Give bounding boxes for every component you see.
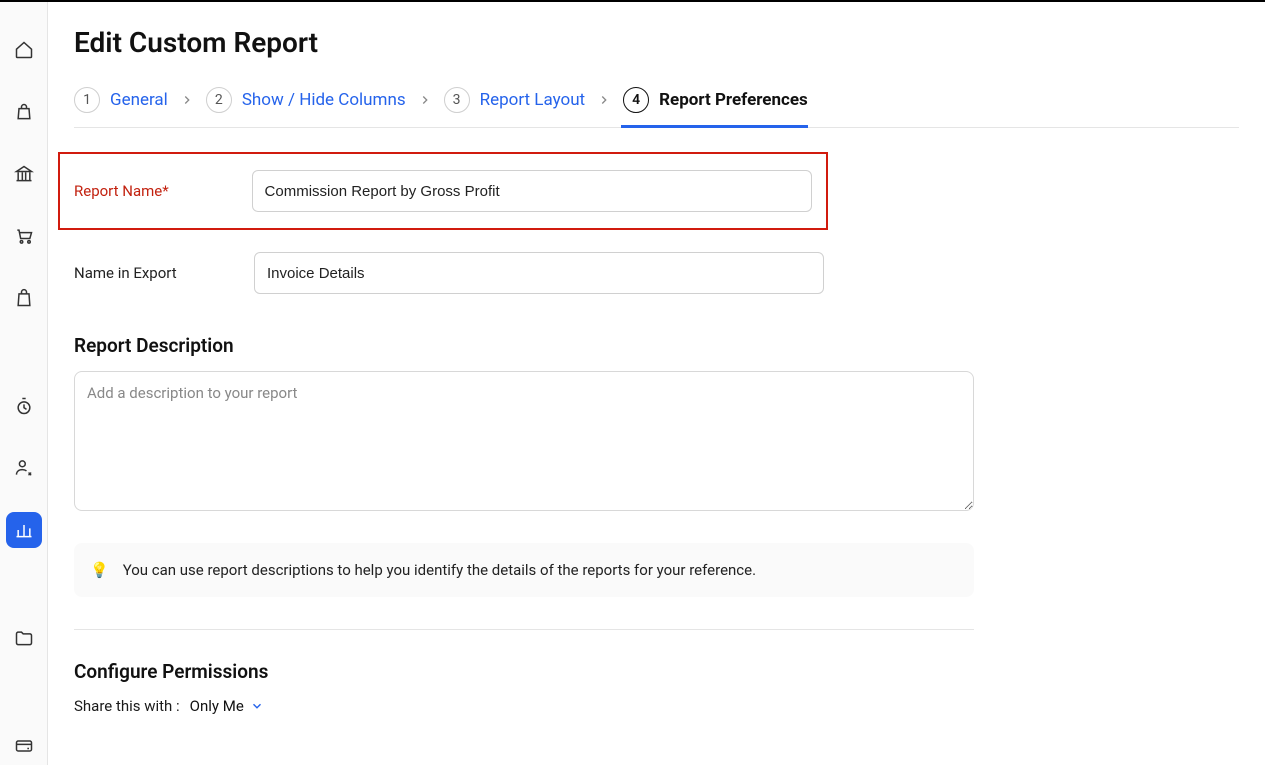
report-name-label: Report Name* xyxy=(74,182,212,200)
name-in-export-label: Name in Export xyxy=(74,264,214,282)
divider xyxy=(74,629,974,630)
step-label: General xyxy=(110,90,168,110)
chevron-right-icon xyxy=(597,93,611,107)
step-number: 2 xyxy=(206,87,232,113)
form-section: Report Name* Name in Export Report Descr… xyxy=(74,128,1239,715)
step-label: Show / Hide Columns xyxy=(242,90,406,110)
report-description-heading: Report Description xyxy=(74,334,1239,357)
bank-icon[interactable] xyxy=(6,156,42,192)
card-icon[interactable] xyxy=(6,728,42,764)
home-icon[interactable] xyxy=(6,32,42,68)
chevron-right-icon xyxy=(418,93,432,107)
folder-icon[interactable] xyxy=(6,620,42,656)
shopping-bag-icon[interactable] xyxy=(6,280,42,316)
configure-permissions-heading: Configure Permissions xyxy=(74,660,1239,683)
share-label: Share this with : xyxy=(74,697,180,715)
cart-icon[interactable] xyxy=(6,218,42,254)
bar-chart-icon[interactable] xyxy=(6,512,42,548)
share-value: Only Me xyxy=(190,697,244,715)
main-content: Edit Custom Report 1 General 2 Show / Hi… xyxy=(48,2,1265,765)
step-label: Report Preferences xyxy=(659,90,808,110)
step-report-layout[interactable]: 3 Report Layout xyxy=(444,87,586,113)
lightbulb-icon: 💡 xyxy=(90,561,109,579)
chevron-right-icon xyxy=(180,93,194,107)
step-number: 1 xyxy=(74,87,100,113)
step-general[interactable]: 1 General xyxy=(74,87,168,113)
report-name-row: Report Name* xyxy=(58,152,828,230)
user-settings-icon[interactable] xyxy=(6,450,42,486)
name-in-export-input[interactable] xyxy=(254,252,824,294)
bag-icon[interactable] xyxy=(6,94,42,130)
share-row: Share this with : Only Me xyxy=(74,697,1239,715)
tip-text: You can use report descriptions to help … xyxy=(123,561,756,579)
step-number: 3 xyxy=(444,87,470,113)
step-number: 4 xyxy=(623,87,649,113)
step-report-preferences[interactable]: 4 Report Preferences xyxy=(623,87,808,113)
chevron-down-icon xyxy=(250,699,264,713)
tip-box: 💡 You can use report descriptions to hel… xyxy=(74,543,974,597)
step-label: Report Layout xyxy=(480,90,586,110)
share-select[interactable]: Only Me xyxy=(190,697,264,715)
report-description-textarea[interactable] xyxy=(74,371,974,511)
sidebar xyxy=(0,2,48,765)
name-in-export-row: Name in Export xyxy=(74,252,1239,294)
step-show-hide-columns[interactable]: 2 Show / Hide Columns xyxy=(206,87,406,113)
timer-icon[interactable] xyxy=(6,388,42,424)
report-name-input[interactable] xyxy=(252,170,812,212)
step-nav: 1 General 2 Show / Hide Columns 3 Report… xyxy=(74,87,1239,128)
page-title: Edit Custom Report xyxy=(74,26,1239,59)
